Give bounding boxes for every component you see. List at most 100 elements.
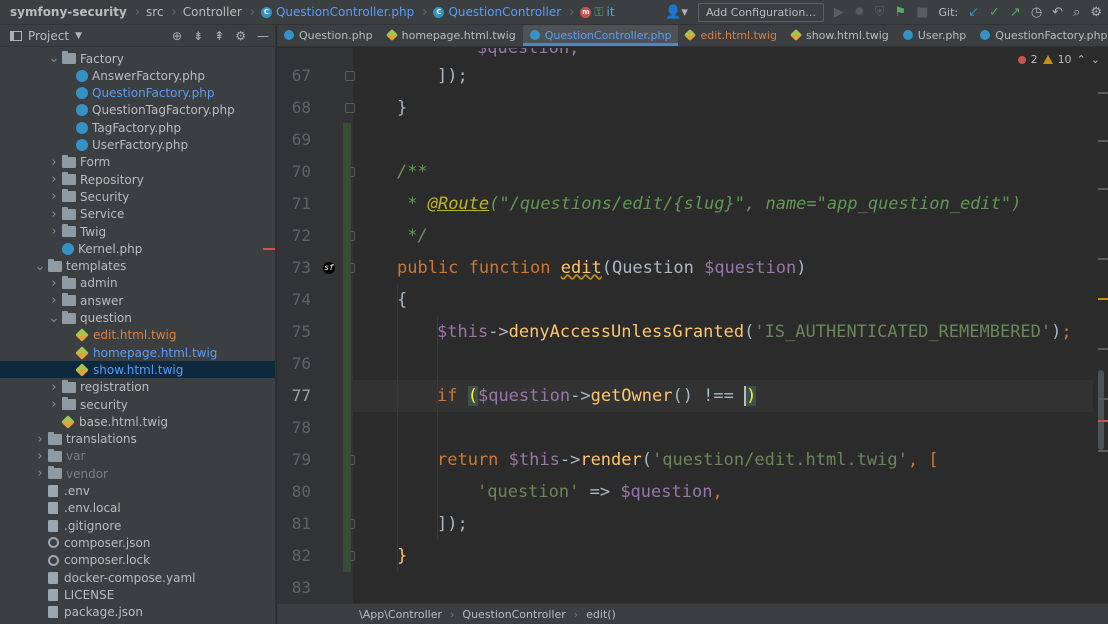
line-number[interactable]: 69	[277, 124, 311, 156]
chevron-up-icon[interactable]: ⌃	[1077, 53, 1086, 66]
chevron-down-icon[interactable]: ⌄	[48, 51, 60, 66]
tree-item[interactable]: base.html.twig	[0, 413, 275, 430]
tree-item[interactable]: ⌄ templates	[0, 258, 275, 275]
tree-item[interactable]: composer.json	[0, 534, 275, 551]
tree-item[interactable]: QuestionFactory.php	[0, 85, 275, 102]
line-number[interactable]: 78	[277, 412, 311, 444]
line-number[interactable]: 72	[277, 220, 311, 252]
git-push-icon[interactable]: ↗	[1010, 0, 1021, 25]
profiler-icon[interactable]: ⚑	[895, 0, 907, 25]
fold-marker-icon[interactable]	[345, 71, 355, 81]
git-commit-icon[interactable]: ✓	[989, 0, 1000, 25]
line-number[interactable]: 80	[277, 476, 311, 508]
chevron-right-icon[interactable]: ›	[48, 224, 60, 239]
code-line[interactable]: * @Route("/questions/edit/{slug}", name=…	[397, 188, 1021, 220]
history-icon[interactable]: ◷	[1031, 0, 1042, 25]
code-line[interactable]: {	[397, 284, 407, 316]
scrollbar-marker[interactable]	[1098, 92, 1108, 94]
chevron-down-icon[interactable]: ⌄	[1091, 53, 1100, 66]
tree-item[interactable]: ⌄ question	[0, 310, 275, 327]
scrollbar-marker[interactable]	[1098, 420, 1108, 422]
code-line[interactable]: 'question' => $question,	[477, 476, 723, 508]
chevron-down-icon[interactable]: ▼	[75, 31, 82, 41]
git-update-icon[interactable]: ↙	[968, 0, 979, 25]
tree-item[interactable]: docker-compose.yaml	[0, 569, 275, 586]
editor-tab[interactable]: QuestionFactory.php	[973, 25, 1108, 46]
collapse-all-icon[interactable]: ⇞	[214, 29, 224, 43]
tree-item[interactable]: › Security	[0, 188, 275, 205]
code-line[interactable]: }	[397, 92, 407, 124]
tree-item[interactable]: › Repository	[0, 171, 275, 188]
line-number[interactable]: 79	[277, 444, 311, 476]
tree-item[interactable]: QuestionTagFactory.php	[0, 102, 275, 119]
tree-item[interactable]: .env	[0, 483, 275, 500]
user-icon[interactable]: 👤▾	[665, 0, 688, 25]
line-number[interactable]: 81	[277, 508, 311, 540]
minimize-icon[interactable]: —	[257, 29, 269, 43]
tree-item[interactable]: › Service	[0, 206, 275, 223]
tree-item[interactable]: › translations	[0, 431, 275, 448]
search-icon[interactable]: ⌕	[1073, 0, 1080, 25]
chevron-right-icon[interactable]: ›	[48, 207, 60, 222]
scrollbar-marker[interactable]	[1098, 188, 1108, 190]
debug-icon[interactable]: ✹	[854, 0, 865, 25]
chevron-right-icon[interactable]: ›	[34, 466, 46, 481]
editor-tab[interactable]: homepage.html.twig	[380, 25, 523, 46]
breadcrumb-file[interactable]: C QuestionController.php	[255, 0, 418, 25]
tree-item[interactable]: › Twig	[0, 223, 275, 240]
code-line[interactable]: ]);	[437, 60, 468, 92]
tree-item[interactable]: composer.lock	[0, 552, 275, 569]
stop-icon[interactable]: ■	[916, 0, 928, 25]
line-number[interactable]: 73	[277, 252, 311, 284]
editor-tab[interactable]: show.html.twig	[784, 25, 896, 46]
tree-item[interactable]: › admin	[0, 275, 275, 292]
inspection-widget[interactable]: 2 10 ⌃ ⌄	[1017, 53, 1100, 66]
breadcrumb-method-name[interactable]: edit()	[586, 608, 616, 621]
chevron-right-icon[interactable]: ›	[34, 449, 46, 464]
tree-item[interactable]: package.json	[0, 604, 275, 621]
editor-tab[interactable]: QuestionController.php	[522, 25, 679, 46]
tree-item[interactable]: › vendor	[0, 465, 275, 482]
line-number[interactable]: 67	[277, 60, 311, 92]
scrollbar-marker[interactable]	[1098, 140, 1108, 142]
line-number[interactable]: 76	[277, 348, 311, 380]
line-number[interactable]: 70	[277, 156, 311, 188]
tree-item[interactable]: edit.html.twig	[0, 327, 275, 344]
code-line[interactable]: /**	[397, 156, 428, 188]
line-number[interactable]: 83	[277, 572, 311, 603]
scrollbar-marker[interactable]	[1098, 450, 1108, 452]
gear-icon[interactable]: ⚙	[235, 29, 246, 43]
breadcrumb-class-name[interactable]: QuestionController	[462, 608, 565, 621]
code-line[interactable]: }	[397, 540, 407, 572]
chevron-down-icon[interactable]: ⌄	[34, 259, 46, 274]
vcs-change-marker[interactable]	[343, 123, 351, 572]
chevron-right-icon[interactable]: ›	[48, 293, 60, 308]
code-line[interactable]: if ($question->getOwner() !== )	[437, 380, 757, 412]
tree-item[interactable]: › registration	[0, 379, 275, 396]
tree-item[interactable]: AnswerFactory.php	[0, 67, 275, 84]
editor-tab[interactable]: User.php	[896, 25, 974, 46]
code-line[interactable]: $this->denyAccessUnlessGranted('IS_AUTHE…	[437, 316, 1072, 348]
fold-marker-icon[interactable]	[345, 103, 355, 113]
code-line[interactable]: return $this->render('question/edit.html…	[437, 444, 939, 476]
chevron-right-icon[interactable]: ›	[48, 397, 60, 412]
line-number[interactable]: 71	[277, 188, 311, 220]
code-line[interactable]: public function edit(Question $question)	[397, 252, 806, 284]
tree-item[interactable]: › var	[0, 448, 275, 465]
chevron-right-icon[interactable]: ›	[48, 276, 60, 291]
breadcrumb-src[interactable]: src	[140, 0, 168, 25]
settings-icon[interactable]: ⚙	[1090, 0, 1102, 25]
add-configuration-button[interactable]: Add Configuration...	[697, 3, 824, 22]
editor-tab[interactable]: Question.php	[277, 25, 380, 46]
chevron-right-icon[interactable]: ›	[48, 189, 60, 204]
tree-item[interactable]: LICENSE	[0, 586, 275, 603]
expand-all-icon[interactable]: ⇟	[193, 29, 203, 43]
chevron-right-icon[interactable]: ›	[34, 432, 46, 447]
line-number[interactable]: 77	[277, 380, 311, 412]
chevron-down-icon[interactable]: ⌄	[48, 311, 60, 326]
breadcrumb-controller[interactable]: Controller	[177, 0, 246, 25]
tree-item[interactable]: › Form	[0, 154, 275, 171]
line-number[interactable]: 74	[277, 284, 311, 316]
tree-item[interactable]: homepage.html.twig	[0, 344, 275, 361]
tree-item[interactable]: show.html.twig	[0, 361, 275, 379]
